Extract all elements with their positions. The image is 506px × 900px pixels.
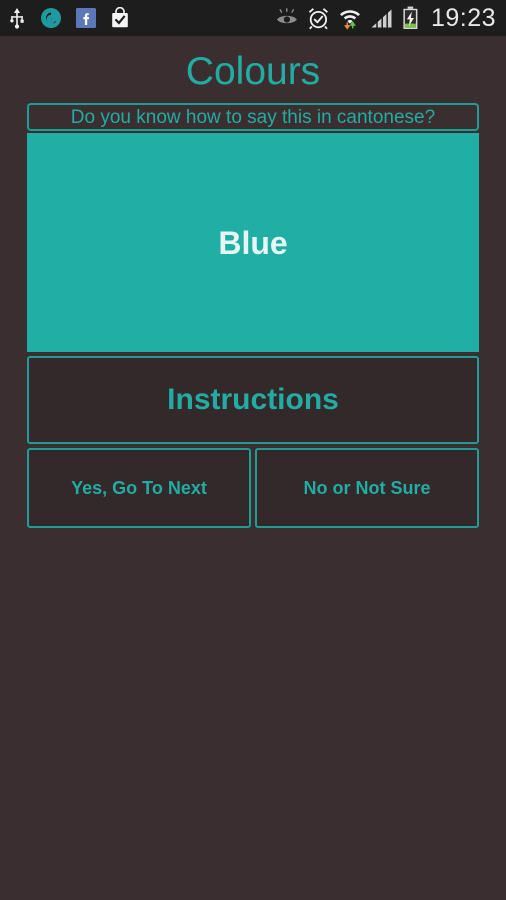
instructions-button[interactable]: Instructions: [27, 356, 479, 444]
question-banner: Do you know how to say this in cantonese…: [27, 103, 479, 131]
eye-icon: [275, 8, 299, 28]
page-title: Colours: [185, 50, 321, 93]
app-body: Colours Do you know how to say this in c…: [0, 36, 506, 528]
word-display-panel[interactable]: Blue: [27, 133, 479, 352]
status-bar-notification-icons: [8, 7, 130, 29]
status-bar: 19:23: [0, 0, 506, 36]
yes-go-to-next-button[interactable]: Yes, Go To Next: [27, 448, 251, 528]
question-text: Do you know how to say this in cantonese…: [70, 106, 436, 128]
main-content: Do you know how to say this in cantonese…: [0, 103, 506, 528]
wifi-transfer-icon: [338, 6, 362, 30]
usb-icon: [8, 7, 26, 29]
alarm-clock-icon: [307, 7, 330, 30]
instructions-button-label: Instructions: [167, 383, 339, 416]
status-bar-system-icons: 19:23: [275, 3, 496, 32]
yes-go-to-next-label: Yes, Go To Next: [71, 478, 207, 498]
facebook-icon: [76, 8, 96, 28]
shopping-bag-check-icon: [110, 7, 130, 29]
status-bar-clock: 19:23: [430, 3, 496, 32]
no-or-not-sure-label: No or Not Sure: [303, 478, 431, 498]
cellular-signal-icon: [370, 7, 394, 29]
phone-screen: 19:23 Colours Do you know how to say thi…: [0, 0, 506, 900]
word-text: Blue: [218, 224, 288, 261]
no-or-not-sure-button[interactable]: No or Not Sure: [255, 448, 479, 528]
answer-button-row: Yes, Go To Next No or Not Sure: [27, 448, 479, 528]
google-icon: [40, 7, 62, 29]
battery-charging-icon: [402, 6, 419, 30]
